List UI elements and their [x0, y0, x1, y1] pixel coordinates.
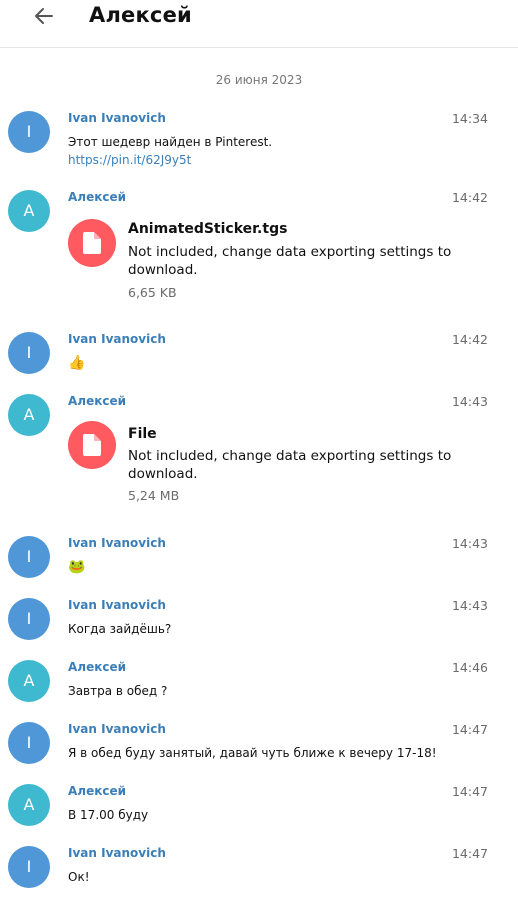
thumbs-up-emoji: 👍	[68, 355, 86, 371]
message-text: Этот шедевр найден в Pinterest.	[68, 135, 273, 149]
file-description: Not included, change data exporting sett…	[128, 244, 452, 278]
author-name[interactable]: Ivan Ivanovich	[68, 536, 166, 550]
avatar[interactable]: А	[8, 660, 50, 702]
author-name[interactable]: Алексей	[68, 190, 126, 204]
message-time: 14:34	[451, 111, 488, 126]
file-icon[interactable]	[68, 421, 116, 469]
message-time: 14:42	[451, 332, 488, 347]
author-name[interactable]: Ivan Ivanovich	[68, 111, 166, 125]
file-icon[interactable]	[68, 219, 116, 267]
avatar[interactable]: А	[8, 394, 50, 436]
avatar[interactable]: I	[8, 536, 50, 578]
avatar[interactable]: А	[8, 784, 50, 826]
message: I Ivan Ivanovich 14:47 Ок!	[0, 846, 518, 890]
message-text: Я в обед буду занятый, давай чуть ближе …	[68, 746, 437, 760]
message: А Алексей 14:43 File Not included, chang…	[0, 394, 518, 514]
avatar[interactable]: I	[8, 111, 50, 153]
avatar[interactable]: I	[8, 598, 50, 640]
message: А Алексей 14:42 AnimatedSticker.tgs Not …	[0, 190, 518, 310]
file-size: 6,65 KB	[128, 285, 177, 300]
message: А Алексей 14:47 В 17.00 буду	[0, 784, 518, 828]
avatar[interactable]: I	[8, 722, 50, 764]
message: I Ivan Ivanovich 14:42 👍	[0, 332, 518, 376]
chat-header: Алексей	[0, 0, 518, 48]
author-name[interactable]: Алексей	[68, 784, 126, 798]
message-time: 14:47	[451, 846, 488, 861]
message-text: Ок!	[68, 870, 90, 884]
author-name[interactable]: Алексей	[68, 394, 126, 408]
author-name[interactable]: Ivan Ivanovich	[68, 722, 166, 736]
message-time: 14:47	[451, 784, 488, 799]
avatar[interactable]: I	[8, 846, 50, 888]
author-name[interactable]: Ivan Ivanovich	[68, 598, 166, 612]
avatar[interactable]: I	[8, 332, 50, 374]
author-name[interactable]: Ivan Ivanovich	[68, 332, 166, 346]
date-divider: 26 июня 2023	[215, 73, 303, 87]
message-time: 14:42	[451, 190, 488, 205]
message: А Алексей 14:46 Завтра в обед ?	[0, 660, 518, 704]
message: I Ivan Ivanovich 14:47 Я в обед буду зан…	[0, 722, 518, 766]
message-link[interactable]: https://pin.it/62J9y5t	[68, 152, 191, 169]
chat-title: Алексей	[89, 3, 192, 27]
message: I Ivan Ivanovich 14:43 🐸	[0, 536, 518, 580]
message-text: В 17.00 буду	[68, 808, 149, 822]
file-size: 5,24 MB	[128, 488, 180, 503]
file-name[interactable]: File	[128, 426, 157, 442]
file-name[interactable]: AnimatedSticker.tgs	[128, 221, 287, 237]
message-time: 14:43	[451, 536, 488, 551]
file-description: Not included, change data exporting sett…	[128, 448, 452, 482]
author-name[interactable]: Ivan Ivanovich	[68, 846, 166, 860]
author-name[interactable]: Алексей	[68, 660, 126, 674]
message-time: 14:47	[451, 722, 488, 737]
message: I Ivan Ivanovich 14:34 Этот шедевр найде…	[0, 111, 518, 167]
back-arrow-icon[interactable]	[33, 5, 55, 27]
message-time: 14:43	[451, 598, 488, 613]
message-time: 14:43	[451, 394, 488, 409]
sticker-emoji: 🐸	[68, 559, 86, 575]
message-time: 14:46	[451, 660, 488, 675]
message-text: Завтра в обед ?	[68, 684, 168, 698]
message-text: Когда зайдёшь?	[68, 622, 172, 636]
message: I Ivan Ivanovich 14:43 Когда зайдёшь?	[0, 598, 518, 642]
avatar[interactable]: А	[8, 190, 50, 232]
